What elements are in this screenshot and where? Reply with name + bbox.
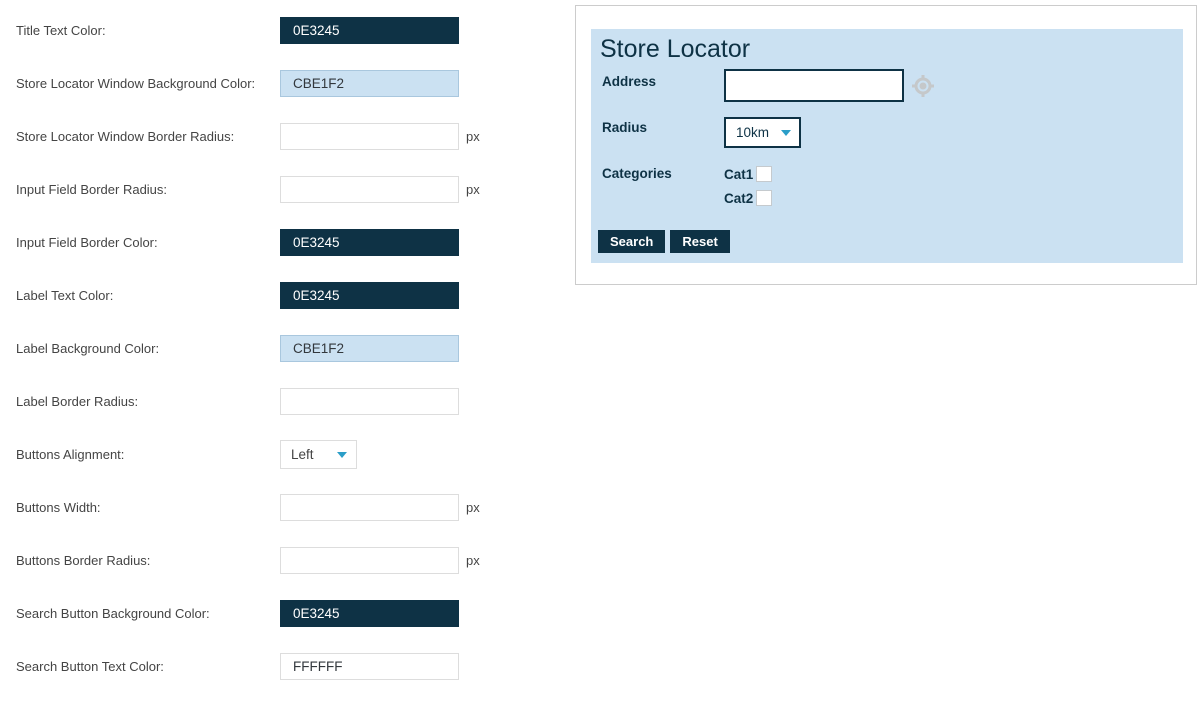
store-locator-window: Store Locator Address Radius 10km Catego… <box>591 29 1183 263</box>
settings-row-search-button-background: Search Button Background Color: <box>16 600 556 627</box>
crosshair-target-icon[interactable] <box>912 75 934 97</box>
categories-list: Cat1 Cat2 <box>724 162 772 210</box>
categories-label: Categories <box>602 166 672 181</box>
settings-row-label-background-color: Label Background Color: <box>16 335 556 362</box>
chevron-down-icon <box>781 130 791 136</box>
field-label: Input Field Border Color: <box>16 235 280 250</box>
field-label: Input Field Border Radius: <box>16 182 280 197</box>
settings-row-label-border-radius: Label Border Radius: <box>16 388 556 415</box>
radius-select[interactable]: 10km <box>724 117 801 148</box>
field-label: Title Text Color: <box>16 23 280 38</box>
field-label: Buttons Border Radius: <box>16 553 280 568</box>
cat2-checkbox[interactable] <box>756 190 772 206</box>
field-label: Label Border Radius: <box>16 394 280 409</box>
selected-option: 10km <box>736 125 769 140</box>
field-label: Buttons Alignment: <box>16 447 280 462</box>
settings-form: Title Text Color: Store Locator Window B… <box>16 17 556 706</box>
window-border-radius-input[interactable] <box>280 123 459 150</box>
settings-row-input-border-color: Input Field Border Color: <box>16 229 556 256</box>
settings-row-label-text-color: Label Text Color: <box>16 282 556 309</box>
input-field-border-radius-input[interactable] <box>280 176 459 203</box>
category-option: Cat2 <box>724 186 772 210</box>
field-label: Label Text Color: <box>16 288 280 303</box>
cat1-checkbox[interactable] <box>756 166 772 182</box>
field-label: Search Button Background Color: <box>16 606 280 621</box>
buttons-width-input[interactable] <box>280 494 459 521</box>
settings-row-window-border-radius: Store Locator Window Border Radius: px <box>16 123 556 150</box>
px-suffix: px <box>466 553 480 568</box>
preview-title: Store Locator <box>600 35 750 64</box>
field-label: Label Background Color: <box>16 341 280 356</box>
chevron-down-icon <box>337 452 347 458</box>
radius-label: Radius <box>602 120 647 135</box>
label-text-color-input[interactable] <box>280 282 459 309</box>
field-label: Buttons Width: <box>16 500 280 515</box>
settings-row-title-text-color: Title Text Color: <box>16 17 556 44</box>
field-label: Store Locator Window Background Color: <box>16 76 280 91</box>
selected-option: Left <box>291 447 314 462</box>
settings-row-window-background-color: Store Locator Window Background Color: <box>16 70 556 97</box>
store-locator-preview-card: Store Locator Address Radius 10km Catego… <box>575 5 1197 285</box>
search-button-background-color-input[interactable] <box>280 600 459 627</box>
label-background-color-input[interactable] <box>280 335 459 362</box>
category-option: Cat1 <box>724 162 772 186</box>
preview-button-bar: Search Reset <box>598 230 730 253</box>
window-background-color-input[interactable] <box>280 70 459 97</box>
address-input[interactable] <box>724 69 904 102</box>
address-label: Address <box>602 74 656 89</box>
settings-row-buttons-border-radius: Buttons Border Radius: px <box>16 547 556 574</box>
buttons-border-radius-input[interactable] <box>280 547 459 574</box>
settings-row-buttons-alignment: Buttons Alignment: Left <box>16 441 556 468</box>
category-label: Cat1 <box>724 167 753 182</box>
label-border-radius-input[interactable] <box>280 388 459 415</box>
category-label: Cat2 <box>724 191 753 206</box>
field-label: Search Button Text Color: <box>16 659 280 674</box>
settings-row-buttons-width: Buttons Width: px <box>16 494 556 521</box>
settings-row-input-border-radius: Input Field Border Radius: px <box>16 176 556 203</box>
search-button[interactable]: Search <box>598 230 665 253</box>
input-field-border-color-input[interactable] <box>280 229 459 256</box>
px-suffix: px <box>466 500 480 515</box>
buttons-alignment-select[interactable]: Left <box>280 440 357 469</box>
px-suffix: px <box>466 129 480 144</box>
settings-row-search-button-text-color: Search Button Text Color: <box>16 653 556 680</box>
title-text-color-input[interactable] <box>280 17 459 44</box>
reset-button[interactable]: Reset <box>670 230 729 253</box>
px-suffix: px <box>466 182 480 197</box>
search-button-text-color-input[interactable] <box>280 653 459 680</box>
field-label: Store Locator Window Border Radius: <box>16 129 280 144</box>
